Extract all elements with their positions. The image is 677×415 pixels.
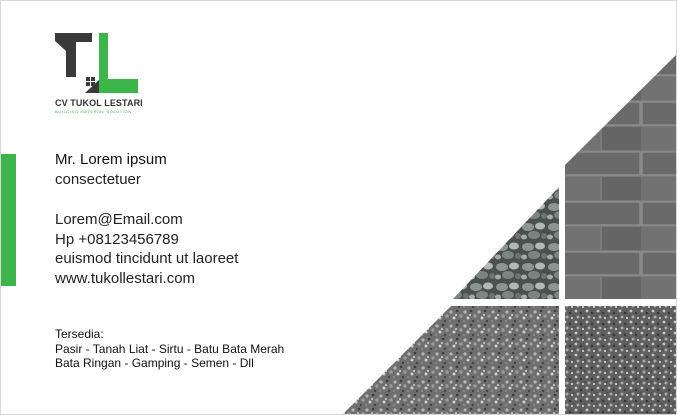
business-card: CV TUKOL LESTARI BUILDING MATERIAL SOLUT…	[0, 0, 677, 415]
material-photo-collage	[343, 54, 676, 414]
